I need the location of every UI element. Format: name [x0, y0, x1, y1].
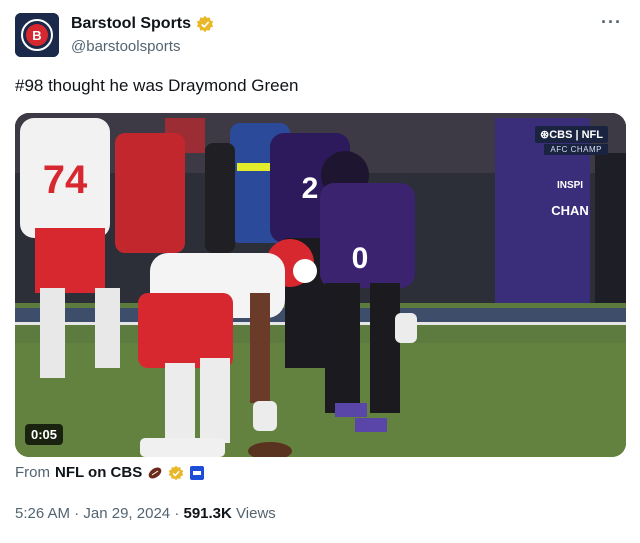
tweet-text: #98 thought he was Draymond Green	[15, 76, 299, 95]
source-account[interactable]: NFL on CBS	[55, 464, 142, 481]
meta-separator: ·	[74, 505, 80, 522]
avatar[interactable]: B	[15, 13, 59, 57]
affiliate-badge-icon	[190, 465, 205, 480]
video-player[interactable]: 74 2 0 INSPI CHAN ⊛CBS | NFL AFC CHAMP 0…	[15, 113, 626, 457]
video-duration-badge: 0:05	[25, 424, 64, 445]
svg-text:0: 0	[352, 242, 369, 275]
broadcast-subtitle: AFC CHAMP	[544, 144, 608, 155]
svg-text:74: 74	[43, 158, 88, 202]
verified-badge-icon	[168, 465, 184, 480]
more-options-icon[interactable]: ···	[601, 12, 622, 33]
views-label: Views	[236, 505, 276, 522]
verified-badge-icon	[196, 15, 214, 33]
svg-text:2: 2	[302, 172, 319, 205]
author-handle[interactable]: @barstoolsports	[71, 38, 180, 55]
tweet-meta: 5:26 AM · Jan 29, 2024 · 591.3K Views	[15, 505, 276, 522]
source-prefix: From	[15, 464, 50, 481]
author-name-row: Barstool Sports	[71, 15, 214, 33]
tweet-time[interactable]: 5:26 AM	[15, 505, 70, 522]
svg-text:INSPI: INSPI	[557, 180, 583, 191]
football-icon	[148, 467, 162, 478]
tweet-date[interactable]: Jan 29, 2024	[83, 505, 170, 522]
meta-separator: ·	[174, 505, 180, 522]
barstool-logo-icon: B	[15, 13, 59, 57]
svg-text:CHAN: CHAN	[551, 203, 589, 218]
svg-text:B: B	[32, 28, 41, 43]
author-display-name[interactable]: Barstool Sports	[71, 15, 191, 33]
views-count: 591.3K	[183, 505, 232, 522]
broadcast-bug: ⊛CBS | NFL	[534, 126, 608, 143]
source-attribution: From NFL on CBS	[15, 464, 205, 481]
video-frame: 74 2 0 INSPI CHAN	[15, 113, 626, 457]
